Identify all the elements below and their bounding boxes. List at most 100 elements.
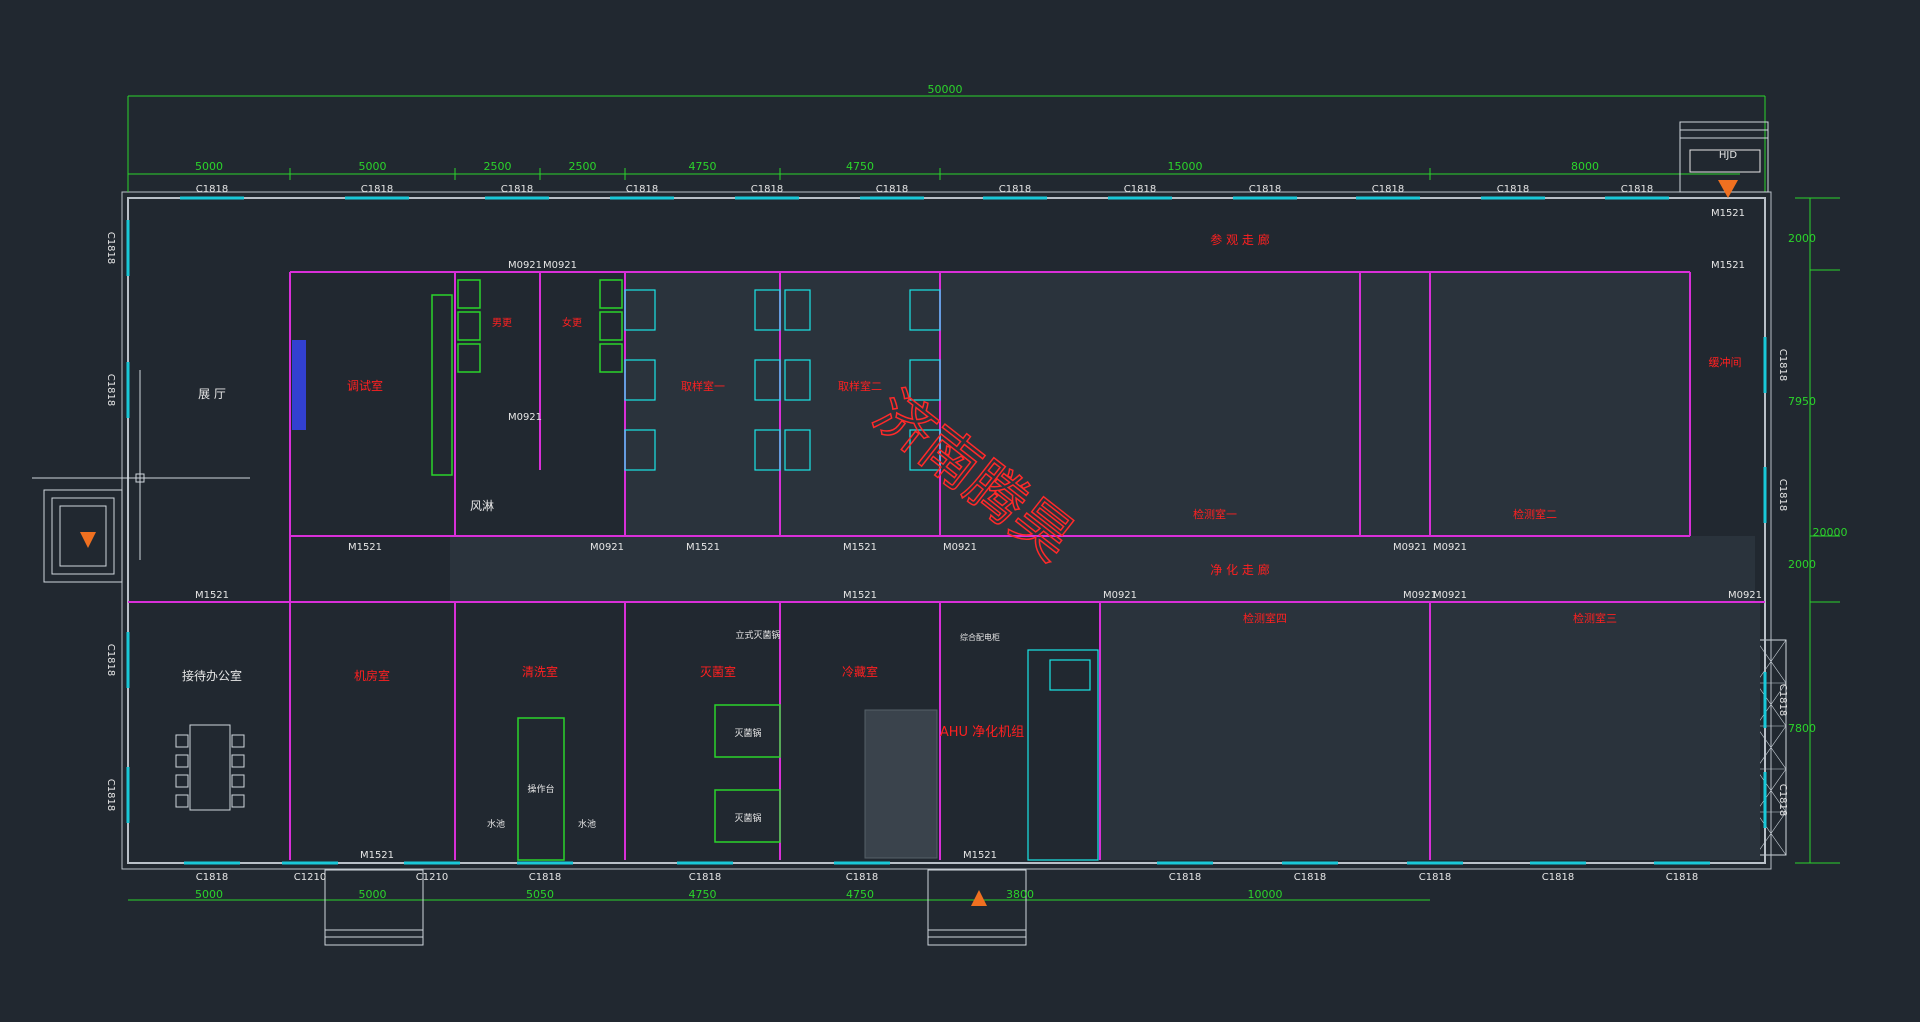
- door-label: M1521: [195, 590, 229, 601]
- room-clean-corridor: 净 化 走 廊: [1210, 562, 1269, 577]
- window-top-label: C1818: [501, 184, 533, 195]
- entrance-arrow-top: [1718, 180, 1738, 198]
- room-lab-left: 机房室: [354, 668, 390, 683]
- dim-bottom-0: 5000: [195, 888, 223, 901]
- door-label: M0921: [508, 260, 542, 271]
- window-right-label: C1818: [1777, 479, 1788, 511]
- window-top-label: C1818: [196, 184, 228, 195]
- room-women: 女更: [562, 316, 582, 329]
- control-panel: [292, 340, 306, 430]
- dim-right-2: 2000: [1788, 558, 1816, 571]
- room-cold: 冷藏室: [842, 664, 878, 679]
- floor-plan-drawing: 50000 5000 5000 2500 2500 4750 4750 15000 8000 …: [32, 83, 1848, 946]
- door-label: M0921: [1103, 590, 1137, 601]
- room-sterilize: 灭菌室: [700, 664, 736, 679]
- label-sterilizer-2: 灭菌锅: [734, 812, 761, 824]
- door-label: M0921: [1728, 590, 1762, 601]
- door-label: M1521: [360, 850, 394, 861]
- room-ahu: AHU 净化机组: [940, 725, 1024, 740]
- room-hall: 展 厅: [198, 387, 226, 401]
- door-label: M1521: [686, 542, 720, 553]
- room-reception-office: 接待办公室: [182, 668, 242, 683]
- room-test-4: 检测室四: [1243, 611, 1287, 625]
- door-label: M0921: [1393, 542, 1427, 553]
- window-bottom-label: C1818: [1294, 872, 1326, 883]
- window-top-label: C1818: [999, 184, 1031, 195]
- door-label: M1521: [1711, 260, 1745, 271]
- door-label: M0921: [943, 542, 977, 553]
- window-bottom-label: C1210: [416, 872, 448, 883]
- window-bottom-label: C1818: [1542, 872, 1574, 883]
- dim-bottom-5: 3800: [1006, 888, 1034, 901]
- door-label: M1521: [1711, 208, 1745, 219]
- room-sample-2: 取样室二: [838, 379, 882, 393]
- door-label: M0921: [1433, 590, 1467, 601]
- room-test-3: 检测室三: [1573, 611, 1617, 625]
- window-bottom-label: C1818: [1419, 872, 1451, 883]
- dim-bottom-6: 10000: [1248, 888, 1283, 901]
- window-right-label: C1818: [1777, 349, 1788, 381]
- top-dimensions: 5000 5000 2500 2500 4750 4750 15000 8000: [127, 160, 1599, 180]
- label-hjd: HJD: [1719, 150, 1737, 161]
- window-bottom-label: C1818: [1666, 872, 1698, 883]
- door-label: M0921: [1403, 590, 1437, 601]
- window-top-label: C1818: [1249, 184, 1281, 195]
- window-left-label: C1818: [105, 779, 116, 811]
- entrance-arrow-bottom: [971, 890, 987, 906]
- right-dimensions: 2000 7950 2000 7800 20000: [1788, 232, 1848, 735]
- dim-top-3: 2500: [569, 160, 597, 173]
- dim-bottom-4: 4750: [846, 888, 874, 901]
- window-top-label: C1818: [751, 184, 783, 195]
- entrance-arrow-left: [80, 532, 96, 548]
- room-visit-corridor: 参 观 走 廊: [1210, 232, 1269, 247]
- room-control: 调试室: [347, 378, 383, 393]
- dim-top-1: 5000: [359, 160, 387, 173]
- window-right-label: C1818: [1777, 784, 1788, 816]
- window-top-label: C1818: [1497, 184, 1529, 195]
- meeting-table: [175, 724, 245, 811]
- door-label: M1521: [843, 542, 877, 553]
- window-bottom-label: C1818: [846, 872, 878, 883]
- label-vertical-sterilizer: 立式灭菌锅: [735, 629, 780, 641]
- door-label: M0921: [543, 260, 577, 271]
- dim-top-7: 8000: [1571, 160, 1599, 173]
- dim-bottom-3: 4750: [689, 888, 717, 901]
- room-lab-mid: 清洗室: [522, 664, 558, 679]
- window-bottom-label: C1818: [196, 872, 228, 883]
- room-men: 男更: [492, 317, 512, 329]
- label-sink-1: 水池: [487, 818, 505, 830]
- equipment-labels: 灭菌锅 灭菌锅 立式灭菌锅 操作台 水池 水池: [487, 629, 781, 830]
- label-sterilizer-1: 灭菌锅: [734, 727, 761, 739]
- window-top-label: C1818: [1372, 184, 1404, 195]
- window-bottom-label: C1818: [529, 872, 561, 883]
- room-air-shower: 风淋: [470, 499, 494, 513]
- dim-right-3: 7800: [1788, 722, 1816, 735]
- dim-top-4: 4750: [689, 160, 717, 173]
- window-top-label: C1818: [876, 184, 908, 195]
- dim-right-0: 2000: [1788, 232, 1816, 245]
- room-sample-1: 取样室一: [681, 379, 725, 393]
- dim-bottom-2: 5050: [526, 888, 554, 901]
- dim-right-1: 7950: [1788, 395, 1816, 408]
- window-top-label: C1818: [1124, 184, 1156, 195]
- label-sink-2: 水池: [578, 818, 596, 830]
- window-left-label: C1818: [105, 374, 116, 406]
- window-left-label: C1818: [105, 644, 116, 676]
- door-label: M1521: [963, 850, 997, 861]
- door-label: M0921: [1433, 542, 1467, 553]
- window-left-label: C1818: [105, 232, 116, 264]
- window-top-label: C1818: [626, 184, 658, 195]
- dim-bottom-1: 5000: [359, 888, 387, 901]
- left-entrance-steps: [32, 370, 250, 583]
- dim-top-2: 2500: [484, 160, 512, 173]
- window-right-label: C1818: [1777, 684, 1788, 716]
- dim-overall-top: 50000: [928, 83, 963, 96]
- door-label: M0921: [508, 412, 542, 423]
- room-test-1: 检测室一: [1193, 507, 1237, 521]
- door-label: M1521: [348, 542, 382, 553]
- bottom-dimensions: 5000 5000 5050 4750 4750 3800 10000: [195, 888, 1283, 901]
- door-label: M0921: [590, 542, 624, 553]
- window-bottom-label: C1210: [294, 872, 326, 883]
- room-side: 综合配电柜: [960, 632, 1000, 642]
- room-buffer: 缓冲间: [1709, 355, 1742, 369]
